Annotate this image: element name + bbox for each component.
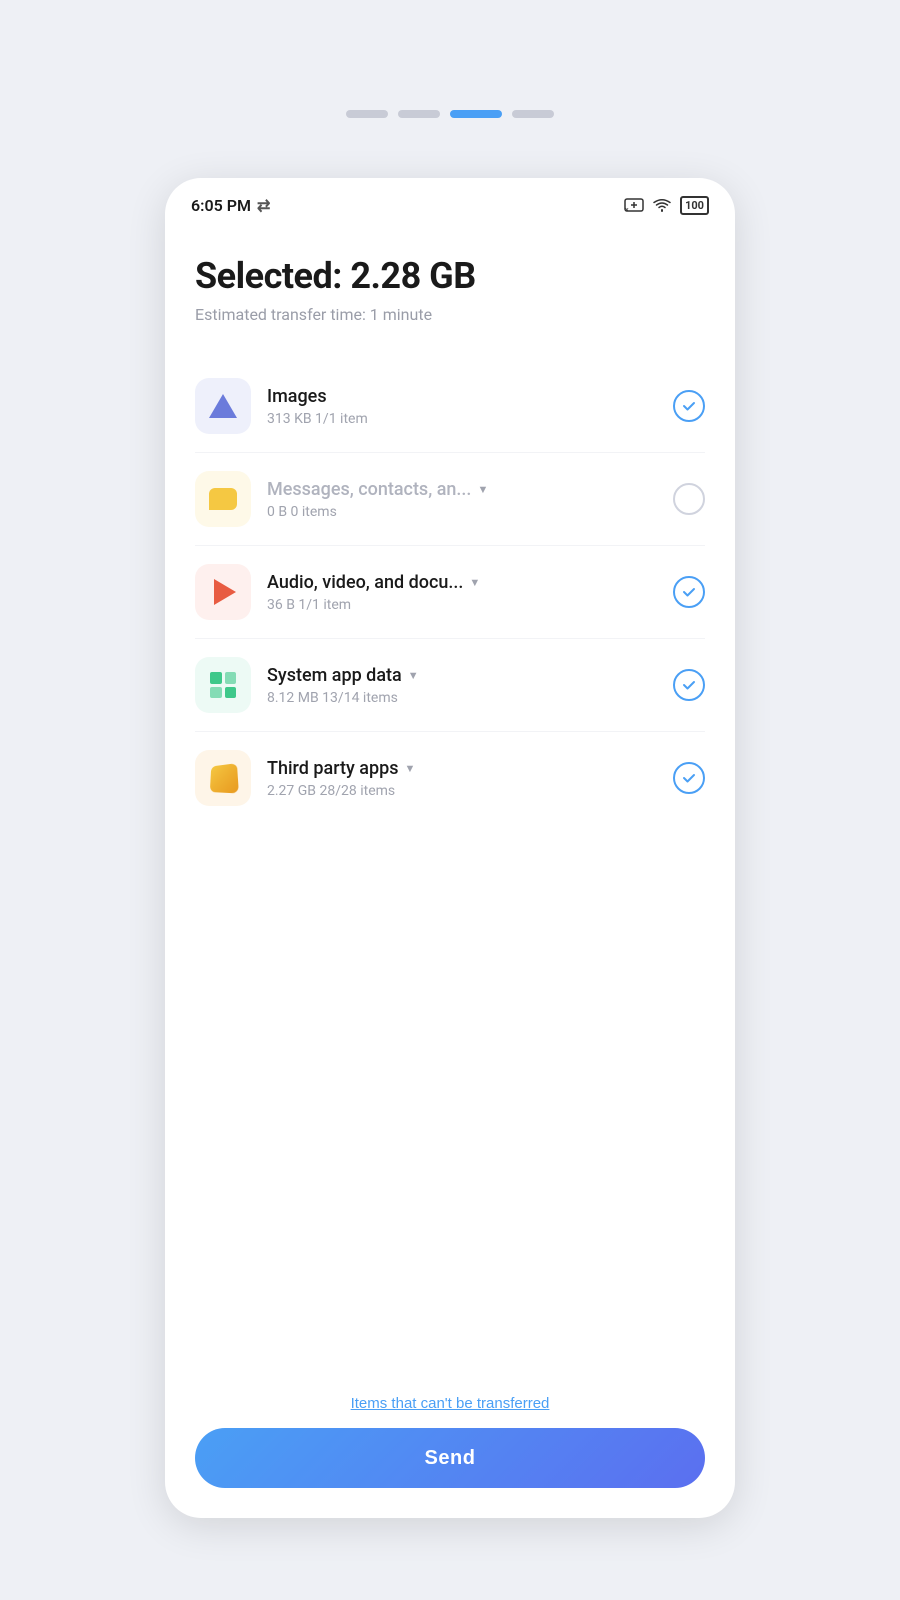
bottom-section: Items that can't be transferred Send bbox=[165, 1379, 735, 1518]
third-party-item-name: Third party apps ▼ bbox=[267, 758, 673, 779]
third-party-item-meta: 2.27 GB 28/28 items bbox=[267, 783, 673, 799]
system-icon bbox=[210, 672, 236, 698]
list-item-third-party[interactable]: Third party apps ▼ 2.27 GB 28/28 items bbox=[195, 732, 705, 824]
shuffle-icon: ⇄ bbox=[257, 196, 270, 215]
images-item-meta: 313 KB 1/1 item bbox=[267, 411, 673, 427]
status-icons: × 100 bbox=[624, 196, 709, 215]
system-item-name: System app data ▼ bbox=[267, 665, 673, 686]
estimated-time-text: Estimated transfer time: 1 minute bbox=[195, 305, 705, 324]
messages-icon-wrap bbox=[195, 471, 251, 527]
third-party-checkbox[interactable] bbox=[673, 762, 705, 794]
messages-item-text: Messages, contacts, an... ▼ 0 B 0 items bbox=[267, 479, 673, 520]
images-checkbox[interactable] bbox=[673, 390, 705, 422]
messages-dropdown-arrow: ▼ bbox=[477, 483, 488, 496]
cant-transfer-link[interactable]: Items that can't be transferred bbox=[351, 1395, 550, 1412]
page-indicator bbox=[346, 110, 554, 118]
svg-text:×: × bbox=[625, 206, 629, 214]
status-bar: 6:05 PM ⇄ × bbox=[165, 178, 735, 225]
list-item-messages[interactable]: Messages, contacts, an... ▼ 0 B 0 items bbox=[195, 453, 705, 546]
send-button[interactable]: Send bbox=[195, 1428, 705, 1488]
images-item-name: Images bbox=[267, 386, 673, 407]
messages-item-meta: 0 B 0 items bbox=[267, 504, 673, 520]
battery-icon: 100 bbox=[680, 196, 709, 215]
items-list: Images 313 KB 1/1 item Messages, bbox=[195, 360, 705, 1359]
content-area: Selected: 2.28 GB Estimated transfer tim… bbox=[165, 225, 735, 1379]
audio-icon-wrap bbox=[195, 564, 251, 620]
audio-item-meta: 36 B 1/1 item bbox=[267, 597, 673, 613]
selected-size-title: Selected: 2.28 GB bbox=[195, 255, 705, 297]
messages-checkbox[interactable] bbox=[673, 483, 705, 515]
cast-icon: × bbox=[624, 198, 644, 214]
third-party-item-text: Third party apps ▼ 2.27 GB 28/28 items bbox=[267, 758, 673, 799]
page-dot-4[interactable] bbox=[512, 110, 554, 118]
system-item-text: System app data ▼ 8.12 MB 13/14 items bbox=[267, 665, 673, 706]
messages-icon bbox=[209, 488, 237, 510]
third-party-dropdown-arrow: ▼ bbox=[404, 762, 415, 775]
list-item-audio[interactable]: Audio, video, and docu... ▼ 36 B 1/1 ite… bbox=[195, 546, 705, 639]
third-party-icon bbox=[210, 763, 239, 793]
audio-checkbox[interactable] bbox=[673, 576, 705, 608]
audio-dropdown-arrow: ▼ bbox=[469, 576, 480, 589]
system-dropdown-arrow: ▼ bbox=[408, 669, 419, 682]
time-text: 6:05 PM bbox=[191, 196, 251, 215]
images-icon bbox=[209, 394, 237, 418]
audio-item-name: Audio, video, and docu... ▼ bbox=[267, 572, 673, 593]
system-checkbox[interactable] bbox=[673, 669, 705, 701]
battery-level: 100 bbox=[685, 199, 704, 212]
list-item-system[interactable]: System app data ▼ 8.12 MB 13/14 items bbox=[195, 639, 705, 732]
audio-item-text: Audio, video, and docu... ▼ 36 B 1/1 ite… bbox=[267, 572, 673, 613]
images-item-text: Images 313 KB 1/1 item bbox=[267, 386, 673, 427]
audio-icon bbox=[214, 579, 236, 605]
messages-item-name: Messages, contacts, an... ▼ bbox=[267, 479, 673, 500]
wifi-icon bbox=[652, 198, 672, 214]
third-party-icon-wrap bbox=[195, 750, 251, 806]
system-item-meta: 8.12 MB 13/14 items bbox=[267, 690, 673, 706]
system-icon-wrap bbox=[195, 657, 251, 713]
page-dot-1[interactable] bbox=[346, 110, 388, 118]
status-time: 6:05 PM ⇄ bbox=[191, 196, 270, 215]
images-icon-wrap bbox=[195, 378, 251, 434]
page-dot-2[interactable] bbox=[398, 110, 440, 118]
page-dot-3[interactable] bbox=[450, 110, 502, 118]
list-item-images[interactable]: Images 313 KB 1/1 item bbox=[195, 360, 705, 453]
phone-frame: 6:05 PM ⇄ × bbox=[165, 178, 735, 1518]
